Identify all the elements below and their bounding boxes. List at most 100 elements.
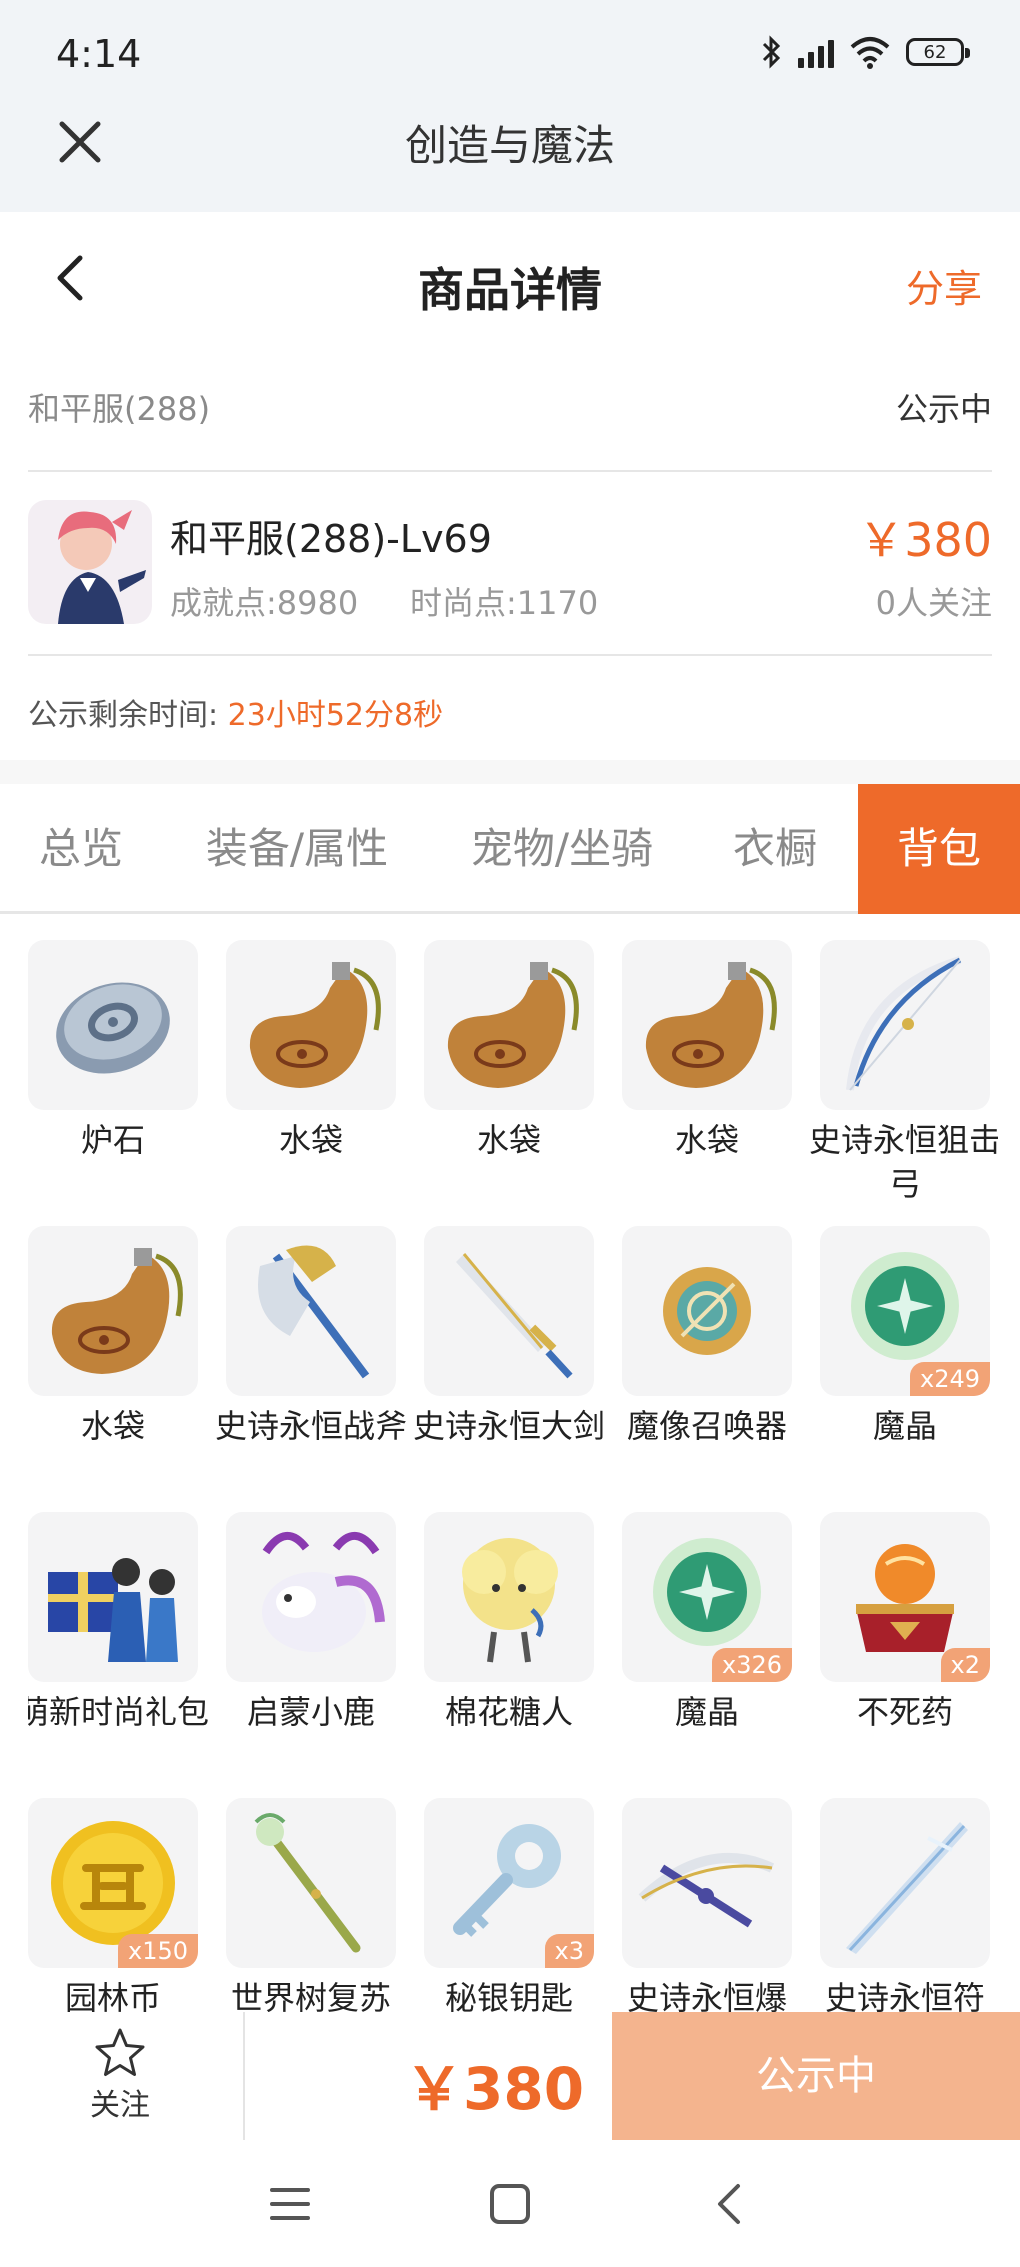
- item-thumbnail: x326: [622, 1512, 792, 1682]
- battery-level: 62: [923, 41, 947, 63]
- inventory-item[interactable]: x2 不死药: [820, 1512, 990, 1734]
- inventory-item[interactable]: 史诗永恒大剑: [413, 1226, 605, 1448]
- system-nav-bar: [0, 2140, 1020, 2267]
- inventory-item[interactable]: x326 魔晶: [622, 1512, 792, 1734]
- tab-pets[interactable]: 宠物/坐骑: [432, 784, 692, 914]
- item-name: 秘银钥匙: [444, 1979, 573, 2015]
- item-thumbnail: [820, 1798, 990, 1968]
- axe-icon: [258, 1245, 370, 1379]
- publicity-status: 公示中: [895, 390, 992, 428]
- remaining-time-value: 23小时52分8秒: [227, 698, 444, 733]
- item-name: 史诗永恒狙击弓: [808, 1121, 998, 1203]
- waterskin-icon: [447, 962, 579, 1088]
- stone-icon: [56, 982, 170, 1074]
- detail-tabs: 总览 装备/属性 宠物/坐骑 衣橱 背包: [0, 784, 1020, 914]
- inventory-item[interactable]: 史诗永恒狙击弓: [809, 940, 998, 1206]
- item-thumbnail: x150: [28, 1798, 198, 1968]
- menu-icon[interactable]: [260, 2174, 320, 2234]
- inventory-item[interactable]: 棉花糖人: [424, 1512, 594, 1734]
- app-title: 创造与魔法: [404, 121, 615, 170]
- follow-label: 关注: [90, 2088, 150, 2123]
- item-thumbnail: [424, 1226, 594, 1396]
- inventory-item[interactable]: 水袋: [622, 940, 792, 1162]
- gift-pack-icon: [48, 1558, 178, 1662]
- inventory-item[interactable]: 炉石: [28, 940, 198, 1162]
- item-name: 园林币: [64, 1979, 161, 2015]
- fashion-points: 时尚点:1170: [410, 584, 599, 622]
- tab-backpack[interactable]: 背包: [858, 784, 1020, 914]
- tab-wardrobe[interactable]: 衣橱: [692, 784, 858, 914]
- avatar: [28, 500, 152, 624]
- product-summary[interactable]: 和平服(288)-Lv69 成就点:8980 时尚点:1170 ￥380 0人关…: [28, 474, 992, 656]
- divider: [243, 2012, 245, 2140]
- item-thumbnail: x249: [820, 1226, 990, 1396]
- item-thumbnail: [28, 1226, 198, 1396]
- inventory-item[interactable]: 启蒙小鹿: [226, 1512, 396, 1734]
- item-thumbnail: [226, 1226, 396, 1396]
- back-nav-icon[interactable]: [700, 2174, 760, 2234]
- status-icons: 62: [760, 34, 970, 70]
- item-name: 水袋: [476, 1121, 541, 1159]
- inventory-item[interactable]: 水袋: [424, 940, 594, 1162]
- quantity-badge: x326: [711, 1648, 792, 1682]
- share-button[interactable]: 分享: [906, 258, 982, 313]
- battery-icon: 62: [906, 38, 970, 66]
- inventory-item[interactable]: 世界树复苏: [226, 1798, 396, 2015]
- item-name: 史诗永恒大剑: [412, 1407, 605, 1445]
- inventory-item[interactable]: 史诗永恒符: [820, 1798, 990, 2015]
- status-time: 4:14: [56, 32, 142, 76]
- item-name: 史诗永恒战斧: [214, 1407, 407, 1445]
- home-icon[interactable]: [480, 2174, 540, 2234]
- deer-icon: [262, 1532, 385, 1652]
- item-thumbnail: [820, 940, 990, 1110]
- item-thumbnail: [424, 1512, 594, 1682]
- inventory-item[interactable]: 魔像召唤器: [622, 1226, 792, 1448]
- inventory-item[interactable]: 萌新时尚礼包: [28, 1512, 209, 1734]
- bottom-action-bar: 关注 ￥380 公示中: [0, 2012, 1020, 2140]
- item-thumbnail: [622, 1798, 792, 1968]
- item-name: 水袋: [278, 1121, 343, 1159]
- star-icon: [95, 2028, 145, 2076]
- inventory-item[interactable]: x3 秘银钥匙: [424, 1798, 594, 2015]
- item-name: 启蒙小鹿: [246, 1693, 375, 1731]
- sword-icon: [456, 1253, 573, 1379]
- item-thumbnail: [622, 940, 792, 1110]
- follow-button[interactable]: 关注: [60, 2026, 180, 2136]
- waterskin-icon: [51, 1248, 183, 1374]
- quantity-badge: x2: [940, 1648, 990, 1682]
- remaining-time-label: 公示剩余时间:: [28, 698, 219, 733]
- item-name: 棉花糖人: [444, 1693, 573, 1731]
- server-name: 和平服(288): [28, 390, 211, 428]
- tab-equipment[interactable]: 装备/属性: [162, 784, 432, 914]
- item-name: 不死药: [856, 1693, 953, 1731]
- item-name: 史诗永恒爆: [626, 1979, 787, 2015]
- product-name: 和平服(288)-Lv69: [170, 517, 492, 561]
- section-divider: [0, 760, 1020, 784]
- inventory-item[interactable]: 史诗永恒战斧: [215, 1226, 407, 1448]
- item-name: 世界树复苏: [230, 1979, 391, 2015]
- product-price: ￥380: [858, 513, 992, 567]
- item-name: 魔晶: [872, 1407, 937, 1445]
- top-band: 4:14 62 创造与魔法: [0, 0, 1020, 212]
- item-thumbnail: [226, 940, 396, 1110]
- page-title: 商品详情: [418, 263, 602, 317]
- item-name: 水袋: [674, 1121, 739, 1159]
- inventory-item[interactable]: x249 魔晶: [820, 1226, 990, 1448]
- waterskin-icon: [645, 962, 777, 1088]
- item-name: 史诗永恒符: [824, 1979, 985, 2015]
- publicity-button[interactable]: 公示中: [612, 2012, 1020, 2140]
- follower-count: 0人关注: [875, 584, 992, 622]
- item-thumbnail: [226, 1512, 396, 1682]
- inventory-item[interactable]: x150 园林币: [28, 1798, 198, 2015]
- inventory-item[interactable]: 史诗永恒爆: [622, 1798, 792, 2015]
- inventory-item[interactable]: 水袋: [226, 940, 396, 1162]
- cellular-signal-icon: [798, 36, 834, 68]
- item-thumbnail: [226, 1798, 396, 1968]
- quantity-badge: x249: [909, 1362, 990, 1396]
- item-thumbnail: x3: [424, 1798, 594, 1968]
- wifi-icon: [850, 37, 890, 69]
- inventory-item[interactable]: 水袋: [28, 1226, 198, 1448]
- tab-overview[interactable]: 总览: [0, 784, 162, 914]
- bow-icon: [846, 956, 962, 1091]
- bottom-price: ￥380: [405, 2055, 585, 2123]
